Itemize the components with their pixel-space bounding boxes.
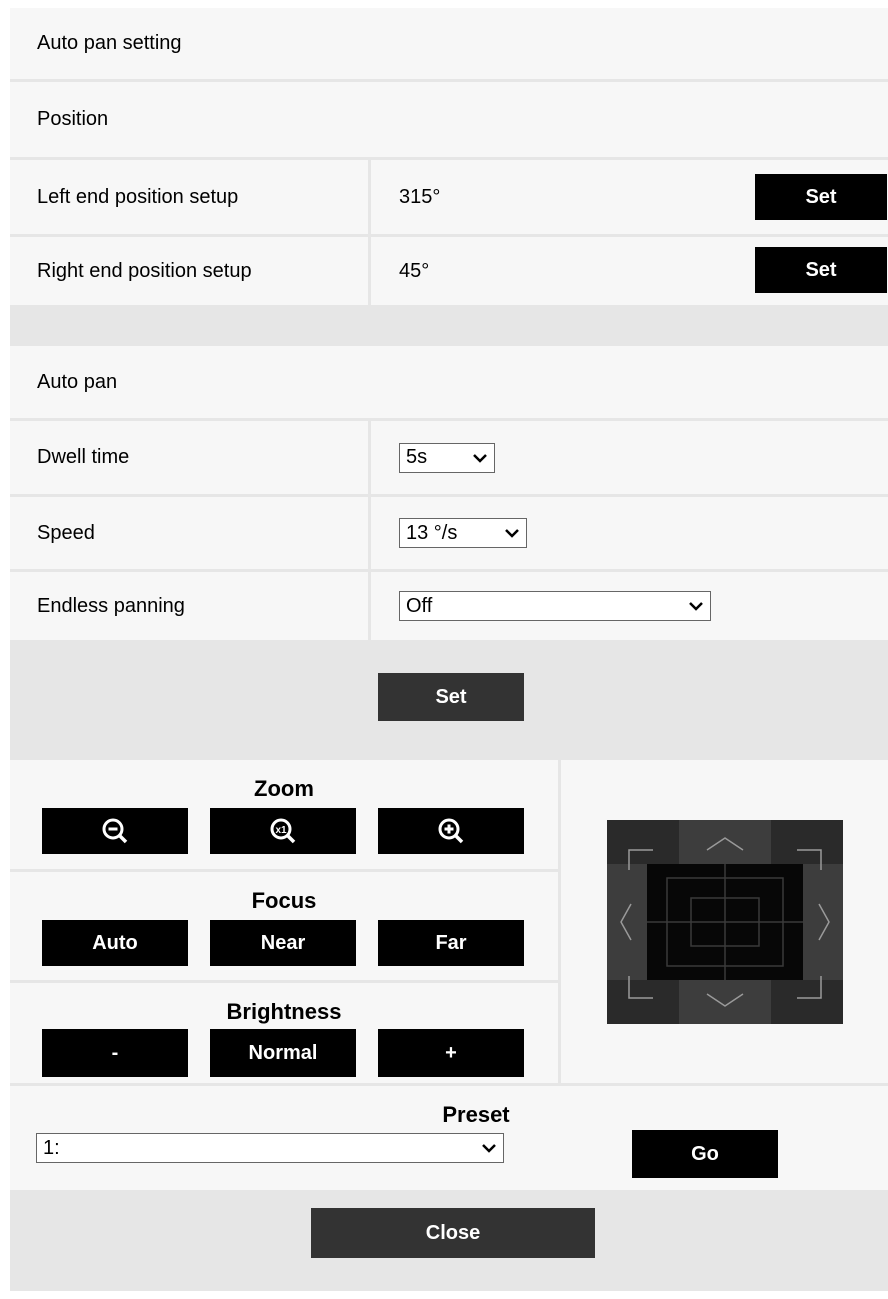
focus-far-button[interactable]: Far — [378, 920, 524, 966]
chevron-down-icon — [482, 1144, 496, 1153]
dwell-time-label: Dwell time — [10, 421, 368, 494]
zoom-in-icon — [438, 818, 464, 844]
zoom-reset-x1-icon: x1 — [270, 818, 296, 844]
endless-panning-select[interactable]: Off — [399, 591, 711, 621]
pan-right-area — [803, 864, 843, 980]
brightness-label: Brightness — [226, 999, 342, 1024]
speed-select[interactable]: 13 °/s — [399, 518, 527, 548]
right-end-cell: 45° Set — [371, 237, 888, 305]
right-end-set-button[interactable]: Set — [755, 247, 887, 293]
speed-cell: 13 °/s — [371, 497, 888, 569]
chevron-down-icon — [505, 529, 519, 538]
preset-select[interactable]: 1: — [36, 1133, 504, 1163]
auto-pan-settings-frame: Auto pan setting Position Left end posit… — [10, 8, 888, 1291]
auto-pan-setting-title: Auto pan setting — [37, 32, 182, 54]
tilt-down-area — [679, 980, 771, 1024]
close-button[interactable]: Close — [311, 1208, 595, 1258]
focus-near-button[interactable]: Near — [210, 920, 356, 966]
zoom-in-button[interactable] — [378, 808, 524, 854]
auto-pan-setting-header: Auto pan setting — [10, 8, 888, 79]
pan-left-area — [607, 864, 647, 980]
left-end-label: Left end position setup — [10, 160, 368, 234]
speed-label: Speed — [10, 497, 368, 569]
preset-value: 1: — [43, 1136, 60, 1159]
dwell-time-value: 5s — [406, 446, 428, 468]
svg-text:x1: x1 — [275, 825, 287, 836]
chevron-down-icon — [473, 453, 487, 463]
chevron-down-icon — [689, 602, 703, 611]
brightness-minus-button[interactable]: - — [42, 1029, 188, 1077]
zoom-label: Zoom — [254, 776, 314, 801]
speed-value: 13 °/s — [406, 521, 458, 544]
pan-tilt-section — [561, 760, 888, 1083]
tilt-up-area — [679, 820, 771, 864]
zoom-out-button[interactable] — [42, 808, 188, 854]
right-end-row: Right end position setup 45° Set — [10, 237, 888, 305]
preset-label: Preset — [442, 1102, 510, 1127]
right-end-label: Right end position setup — [10, 237, 368, 305]
endless-panning-value: Off — [406, 594, 433, 617]
left-end-set-button[interactable]: Set — [755, 174, 887, 220]
dwell-time-cell: 5s — [371, 421, 888, 494]
auto-pan-title: Auto pan — [37, 370, 118, 393]
left-end-row: Left end position setup 315° Set — [10, 160, 888, 234]
endless-panning-cell: Off — [371, 572, 888, 640]
dwell-time-select[interactable]: 5s — [399, 442, 495, 473]
position-title: Position — [37, 108, 109, 130]
focus-label: Focus — [251, 888, 317, 913]
left-end-cell: 315° Set — [371, 160, 888, 234]
auto-pan-set-button[interactable]: Set — [378, 673, 524, 721]
auto-pan-header: Auto pan — [10, 346, 888, 418]
dwell-time-row: Dwell time 5s — [10, 421, 888, 494]
speed-row: Speed 13 °/s — [10, 497, 888, 569]
brightness-normal-button[interactable]: Normal — [210, 1029, 356, 1077]
position-header: Position — [10, 82, 888, 157]
preset-section: Preset 1: Go — [10, 1086, 888, 1190]
focus-auto-button[interactable]: Auto — [42, 920, 188, 966]
zoom-reset-button[interactable]: x1 — [210, 808, 356, 854]
zoom-section: Zoom x1 — [10, 760, 558, 869]
right-end-value: 45° — [399, 259, 430, 282]
zoom-out-icon — [102, 818, 128, 844]
focus-section: Focus Auto Near Far — [10, 872, 558, 980]
brightness-section: Brightness - Normal + — [10, 983, 558, 1083]
pan-tilt-pad[interactable] — [607, 820, 843, 1024]
endless-panning-row: Endless panning Off — [10, 572, 888, 640]
endless-panning-label: Endless panning — [10, 572, 368, 640]
brightness-plus-button[interactable]: + — [378, 1029, 524, 1077]
preset-go-button[interactable]: Go — [632, 1130, 778, 1178]
left-end-value: 315° — [399, 185, 441, 208]
